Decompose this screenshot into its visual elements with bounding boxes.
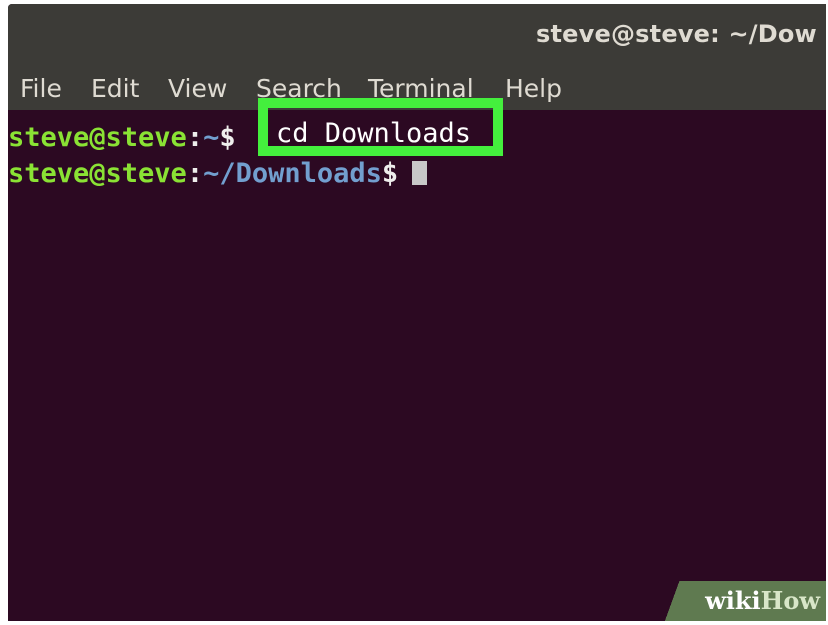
prompt-separator: :	[186, 158, 204, 189]
menu-file[interactable]: File	[20, 74, 62, 103]
terminal-window: steve@steve: ~/Dow File Edit View Search…	[8, 4, 826, 621]
menu-view[interactable]: View	[168, 74, 227, 103]
text-cursor	[412, 161, 428, 185]
prompt-user: steve@steve	[8, 158, 187, 189]
window-title: steve@steve: ~/Dow	[536, 20, 817, 48]
title-bar[interactable]: steve@steve: ~/Dow	[8, 4, 826, 66]
menu-edit[interactable]: Edit	[91, 74, 139, 103]
prompt-dollar: $	[381, 158, 399, 189]
terminal-line-2: steve@steve:~/Downloads$	[8, 156, 428, 192]
prompt-dollar: $	[219, 122, 236, 153]
prompt-path: ~/Downloads	[203, 158, 382, 189]
prompt-separator: :	[186, 122, 204, 153]
menu-help[interactable]: Help	[505, 74, 562, 103]
watermark-wiki: wiki	[705, 586, 761, 615]
watermark-how: How	[760, 586, 820, 615]
terminal-area[interactable]: steve@steve:~$ steve@steve:~/Downloads$	[8, 110, 826, 621]
prompt-user: steve@steve	[8, 122, 187, 153]
wikihow-watermark: wikiHow	[705, 586, 820, 615]
terminal-line-1: steve@steve:~$	[8, 120, 236, 156]
prompt-path: ~	[203, 122, 220, 153]
watermark-band: wikiHow	[656, 581, 826, 621]
typed-command: cd Downloads	[276, 118, 472, 149]
